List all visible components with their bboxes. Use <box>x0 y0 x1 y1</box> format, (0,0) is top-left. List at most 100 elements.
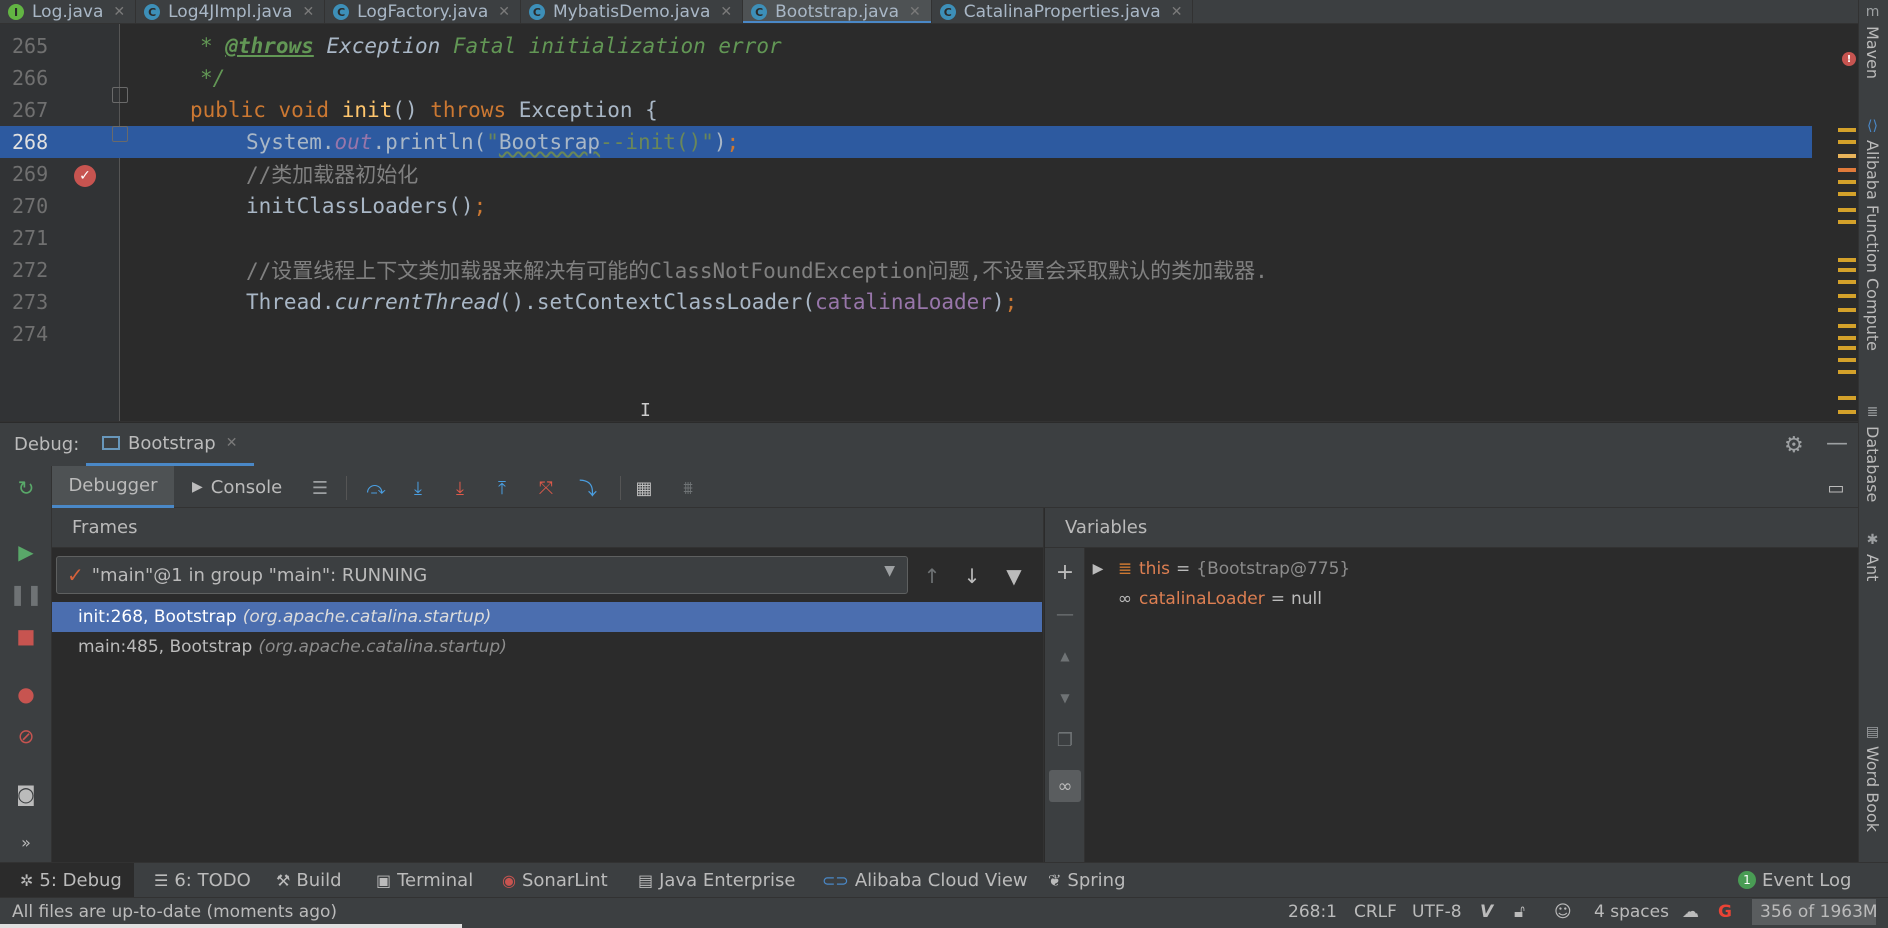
thread-selector[interactable]: ✓ "main"@1 in group "main": RUNNING ▼ <box>56 556 908 594</box>
breakpoint-icon[interactable]: ✓ <box>74 165 96 187</box>
tool-window-spring[interactable]: ❦ Spring <box>1048 863 1126 897</box>
code-line[interactable]: 269 //类加载器初始化 <box>0 158 1812 190</box>
code-text: System.out.println("Bootsrap--init()"); <box>246 130 740 154</box>
code-line[interactable]: 268 System.out.println("Bootsrap--init()"… <box>0 126 1812 158</box>
force-step-into-icon[interactable]: ⤓ <box>448 476 472 500</box>
mute-breakpoints-icon[interactable]: ⊘ <box>14 724 38 748</box>
drop-frame-icon[interactable]: ⤧ <box>534 476 558 500</box>
arrow-down-icon[interactable]: ↓ <box>960 564 984 588</box>
list-icon: ☰ <box>154 870 169 890</box>
status-message[interactable]: All files are up-to-date (moments ago) <box>12 898 337 926</box>
tool-window-sonarlint[interactable]: ◉ SonarLint <box>502 863 608 897</box>
equals-sign: = <box>1270 589 1285 609</box>
evaluate-expression-icon[interactable]: ▦ <box>632 476 656 500</box>
step-out-icon[interactable]: ⤒ <box>490 476 514 500</box>
layout-settings-icon[interactable]: ☰ <box>308 476 332 500</box>
tool-window-todo[interactable]: ☰ 6: TODO <box>154 863 251 897</box>
expand-arrow-icon[interactable]: ▶ <box>1085 561 1111 577</box>
tool-window-label: Event Log <box>1762 869 1852 891</box>
tab-log-java[interactable]: I Log.java ✕ <box>0 0 137 23</box>
sonarlint-icon: ◉ <box>502 870 516 890</box>
close-icon[interactable]: ✕ <box>302 4 314 20</box>
lock-icon[interactable]: 🔓︎ <box>1514 898 1525 926</box>
tool-window-build[interactable]: ⚒ Build <box>276 863 342 897</box>
tab-logfactory-java[interactable]: C LogFactory.java ✕ <box>325 0 521 23</box>
add-watch-icon[interactable]: + <box>1053 560 1077 585</box>
memory-indicator[interactable]: 356 of 1963M <box>1752 899 1878 925</box>
run-to-cursor-icon[interactable]: ⤵ <box>576 476 600 500</box>
step-over-icon[interactable]: ⤼ <box>364 476 388 500</box>
code-line[interactable]: 270 initClassLoaders(); <box>0 190 1812 222</box>
tab-catalinaproperties-java[interactable]: C CatalinaProperties.java ✕ <box>932 0 1194 23</box>
notifications-icon[interactable]: ☁ <box>1682 898 1699 926</box>
tab-console[interactable]: ▶ Console <box>192 466 282 508</box>
close-icon[interactable]: ✕ <box>113 4 125 20</box>
tool-window-event-log[interactable]: 1 Event Log <box>1738 863 1851 897</box>
code-line[interactable]: 271 <box>0 222 1812 254</box>
caret-position[interactable]: 268:1 <box>1288 898 1337 926</box>
move-down-icon: ▼ <box>1060 691 1070 705</box>
tool-window-label: Java Enterprise <box>659 869 796 891</box>
word-book-tool-button[interactable]: ▤ Word Book <box>1863 724 1882 832</box>
code-text: public void init() throws Exception { <box>190 98 658 122</box>
variable-row[interactable]: ∞ catalinaLoader = null <box>1085 584 1845 614</box>
indent-setting[interactable]: 4 spaces <box>1594 898 1669 926</box>
code-line[interactable]: 265 * @throws Exception Fatal initializat… <box>0 30 1812 62</box>
line-separator[interactable]: CRLF <box>1354 898 1397 926</box>
code-text: //类加载器初始化 <box>246 163 419 187</box>
tab-debugger[interactable]: Debugger <box>52 466 174 508</box>
line-number: 265 <box>12 34 49 58</box>
frame-row[interactable]: main:485, Bootstrap (org.apache.catalina… <box>52 632 1042 662</box>
console-icon: ▶ <box>192 479 203 495</box>
more-icon[interactable]: » <box>14 830 38 854</box>
code-editor[interactable]: 265 * @throws Exception Fatal initializat… <box>0 24 1858 422</box>
google-icon[interactable]: G <box>1718 898 1732 926</box>
code-line[interactable]: 267 public void init() throws Exception { <box>0 94 1812 126</box>
file-encoding[interactable]: UTF-8 <box>1412 898 1462 926</box>
code-line[interactable]: 266 */ <box>0 62 1812 94</box>
inspector-icon[interactable]: ☺ <box>1554 898 1572 926</box>
fold-marker-icon[interactable] <box>112 126 128 142</box>
tool-window-terminal[interactable]: ▣ Terminal <box>376 863 473 897</box>
frame-row[interactable]: init:268, Bootstrap (org.apache.catalina… <box>52 602 1042 632</box>
database-tool-button[interactable]: ≣ Database <box>1863 404 1882 502</box>
debug-session-tab[interactable]: Bootstrap ✕ <box>86 423 254 466</box>
right-tool-strip: m Maven ⟨⟩ Alibaba Function Compute ≣ Da… <box>1858 0 1888 928</box>
close-icon[interactable]: ✕ <box>226 435 238 451</box>
tab-mybatisdemo-java[interactable]: C MybatisDemo.java ✕ <box>521 0 744 23</box>
variable-row[interactable]: ▶ ≣ this = {Bootstrap@775} <box>1085 554 1845 584</box>
code-line[interactable]: 272 //设置线程上下文类加载器来解决有可能的ClassNotFoundExce… <box>0 254 1812 286</box>
tool-window-java-enterprise[interactable]: ▤ Java Enterprise <box>638 863 795 897</box>
debug-panel-header: Debug: Bootstrap ✕ ⚙ — <box>0 423 1858 466</box>
line-number: 272 <box>12 258 49 282</box>
vcs-icon[interactable]: V <box>1480 898 1493 926</box>
camera-icon[interactable]: ◙ <box>14 782 38 806</box>
step-into-icon[interactable]: ⤓ <box>406 476 430 500</box>
tool-window-alibaba-cloud-view[interactable]: ⊂⊃ Alibaba Cloud View <box>822 863 1028 897</box>
fold-marker-icon[interactable] <box>112 87 128 103</box>
close-icon[interactable]: ✕ <box>498 4 510 20</box>
gear-icon[interactable]: ⚙ <box>1784 433 1804 458</box>
tool-window-debug[interactable]: ✲ 5: Debug <box>0 863 134 897</box>
tab-log4jimpl-java[interactable]: C Log4JImpl.java ✕ <box>136 0 326 23</box>
editor-scrollbar-marks[interactable] <box>1836 24 1856 421</box>
ant-tool-button[interactable]: ✱ Ant <box>1863 532 1882 581</box>
close-icon[interactable]: ✕ <box>1171 4 1183 20</box>
maven-tool-button[interactable]: m Maven <box>1863 4 1882 79</box>
view-breakpoints-icon[interactable]: ● <box>14 682 38 706</box>
stop-icon[interactable]: ■ <box>14 624 38 648</box>
show-watches-icon[interactable]: ∞ <box>1049 770 1081 802</box>
minimize-icon[interactable]: — <box>1826 431 1848 456</box>
code-line[interactable]: 274 <box>0 318 1812 350</box>
close-icon[interactable]: ✕ <box>720 4 732 20</box>
alibaba-function-compute-button[interactable]: ⟨⟩ Alibaba Function Compute <box>1863 118 1882 351</box>
restore-layout-icon[interactable]: ▭ <box>1824 476 1848 500</box>
tab-bootstrap-java[interactable]: C Bootstrap.java ✕ <box>743 0 932 23</box>
close-icon[interactable]: ✕ <box>909 4 921 20</box>
rerun-icon[interactable]: ↻ <box>14 476 38 500</box>
tab-console-label: Console <box>210 476 283 498</box>
resume-icon[interactable]: ▶ <box>14 540 38 564</box>
filter-icon[interactable]: ▼ <box>1002 564 1026 588</box>
code-line[interactable]: 273 Thread.currentThread().setContextClas… <box>0 286 1812 318</box>
class-icon: C <box>528 4 545 20</box>
